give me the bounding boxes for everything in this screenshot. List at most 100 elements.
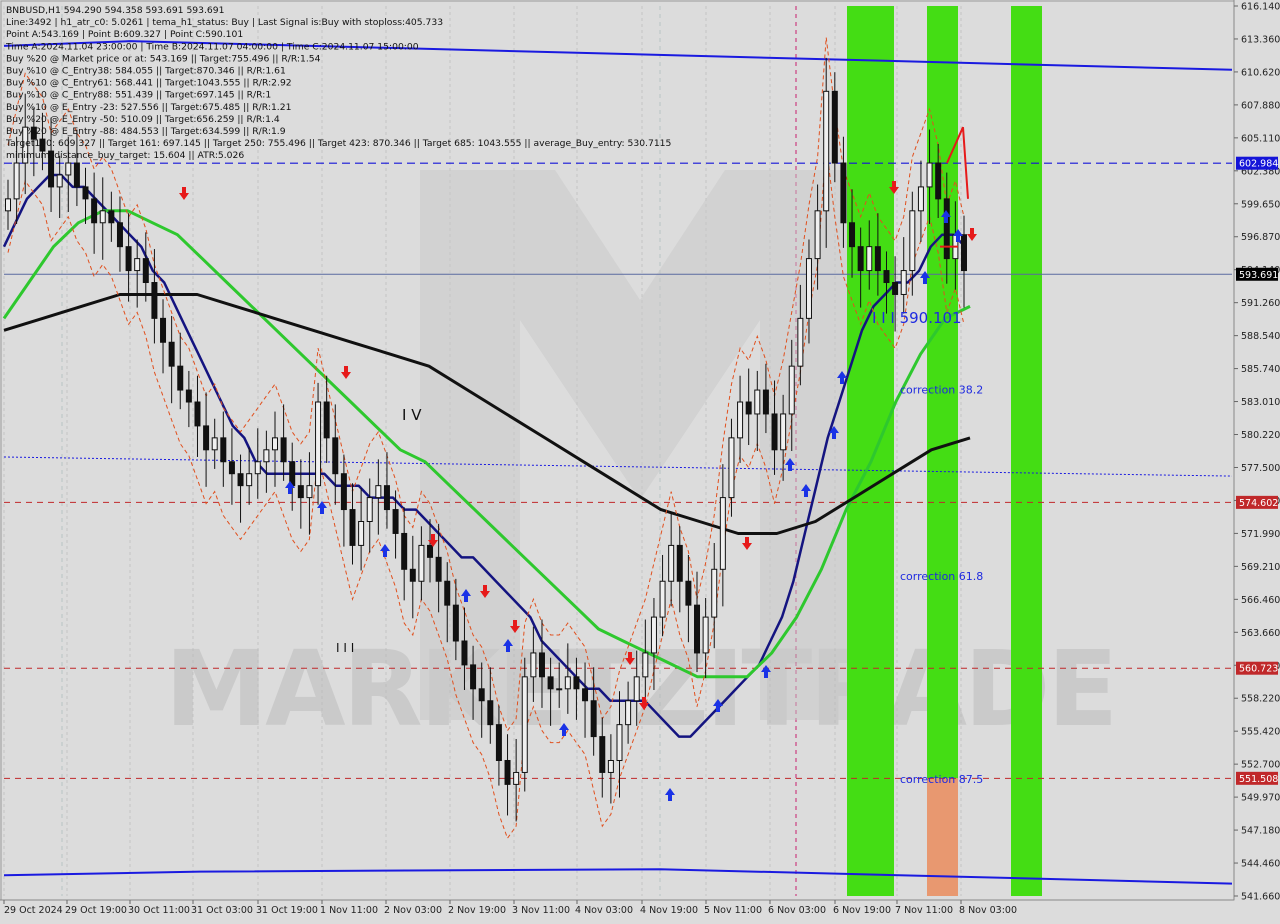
header-line: Buy %10 @ C_Entry38: 584.055 || Target:8… (6, 66, 286, 77)
x-tick-label: 31 Oct 19:00 (256, 905, 318, 916)
candle-body (160, 317, 167, 343)
candle-body (805, 258, 812, 319)
chart: MARKETZITRADE correction 38.2 correction … (0, 0, 1280, 920)
candle-body (315, 401, 322, 487)
highlight-band (847, 6, 894, 896)
y-tick-label: 605.110 (1241, 133, 1280, 144)
candle-body (151, 282, 158, 319)
candle-body (297, 485, 304, 499)
candle-body (194, 401, 201, 427)
candle-body (935, 162, 942, 200)
candle-body (668, 544, 675, 582)
x-tick-label: 2 Nov 19:00 (448, 905, 506, 916)
header-line: Buy %10 @ E_Entry -23: 527.556 || Target… (6, 102, 291, 113)
candle-body (737, 401, 744, 439)
x-tick-label: 30 Oct 11:00 (128, 905, 190, 916)
header-line: Target100: 609.327 || Target 161: 697.14… (5, 138, 672, 149)
header-line: BNBUSD,H1 594.290 594.358 593.691 593.69… (6, 5, 224, 16)
header-line: Buy %10 @ C_Entry88: 551.439 || Target:6… (6, 90, 271, 101)
y-tick-label: 563.660 (1241, 628, 1280, 639)
candle-body (116, 222, 123, 248)
candle-body (797, 317, 804, 367)
candle-body (220, 437, 227, 463)
candle-body (926, 162, 933, 188)
candle-body (246, 473, 253, 487)
header-line: Point A:543.169 | Point B:609.327 | Poin… (6, 29, 243, 40)
x-tick-label: 29 Oct 19:00 (65, 905, 127, 916)
chart-annotation: I I I (336, 641, 354, 655)
candle-body (642, 652, 649, 678)
candle-body (633, 676, 640, 702)
y-tick-label: 613.360 (1241, 34, 1280, 45)
x-tick-label: 6 Nov 19:00 (833, 905, 891, 916)
y-tick-label: 591.260 (1241, 298, 1280, 309)
candle-body (745, 401, 752, 415)
candle-body (13, 162, 20, 200)
candle-body (358, 521, 365, 546)
chart-annotation: correction 87.5 (900, 773, 983, 786)
candle-body (134, 258, 141, 272)
chart-annotation: correction 61.8 (900, 570, 983, 583)
x-tick-label: 2 Nov 03:00 (384, 905, 442, 916)
candle-body (513, 771, 520, 785)
candle-body (211, 437, 218, 451)
candle-body (435, 556, 442, 582)
header-line: minimum_distance_buy_target: 15.604 || A… (6, 150, 244, 161)
candle-body (271, 437, 278, 451)
candle-body (401, 532, 408, 570)
highlight-band (927, 778, 958, 896)
candle-body (504, 759, 511, 785)
candle-body (375, 485, 382, 499)
y-tick-label: 583.010 (1241, 397, 1280, 408)
y-tick-label: 555.420 (1241, 727, 1280, 738)
candle-body (831, 90, 838, 164)
candle-body (728, 437, 735, 499)
candle-body (91, 198, 98, 224)
x-tick-label: 4 Nov 19:00 (640, 905, 698, 916)
x-tick-label: 5 Nov 11:00 (704, 905, 762, 916)
candle-body (840, 162, 847, 224)
candle-body (383, 485, 390, 511)
candle-body (917, 186, 924, 212)
price-tag-label: 560.723 (1239, 664, 1278, 675)
candle-body (427, 544, 434, 558)
y-tick-label: 577.500 (1241, 463, 1280, 474)
candle-body (538, 652, 545, 678)
candle-body (487, 700, 494, 726)
y-tick-label: 541.660 (1241, 892, 1280, 903)
y-tick-label: 596.870 (1241, 232, 1280, 243)
x-tick-label: 4 Nov 03:00 (575, 905, 633, 916)
candle-body (900, 270, 907, 295)
header-line: Buy %20 @ E_Entry -88: 484.553 || Target… (6, 126, 286, 137)
candle-body (857, 246, 864, 272)
y-tick-label: 552.700 (1241, 760, 1280, 771)
y-tick-label: 607.880 (1241, 100, 1280, 111)
candle-body (65, 162, 72, 176)
candle-body (892, 282, 899, 295)
candle-body (73, 162, 80, 188)
candle-body (203, 425, 210, 451)
candle-body (702, 616, 709, 654)
header-line: Buy %20 @ Market price or at: 543.169 ||… (6, 53, 321, 64)
x-tick-label: 7 Nov 11:00 (895, 905, 953, 916)
candle-body (849, 222, 856, 248)
x-tick-label: 8 Nov 03:00 (959, 905, 1017, 916)
y-tick-label: 580.220 (1241, 430, 1280, 441)
candle-body (461, 640, 468, 666)
candle-body (564, 676, 571, 690)
candle-body (943, 198, 950, 260)
candle-body (866, 246, 873, 272)
candle-body (625, 700, 632, 726)
chart-annotation: correction 38.2 (900, 383, 983, 396)
header-line: Line:3492 | h1_atr_c0: 5.0261 | tema_h1_… (6, 17, 443, 28)
highlight-band (1011, 6, 1042, 896)
header-line: Time A:2024.11.04 23:00:00 | Time B:2024… (5, 41, 419, 52)
y-tick-label: 610.620 (1241, 67, 1280, 78)
candle-body (108, 210, 115, 224)
y-tick-label: 616.140 (1241, 2, 1280, 13)
candle-body (340, 473, 347, 511)
candle-body (470, 664, 477, 690)
candle-body (762, 389, 769, 415)
candle-body (530, 652, 537, 678)
candle-body (788, 365, 795, 415)
